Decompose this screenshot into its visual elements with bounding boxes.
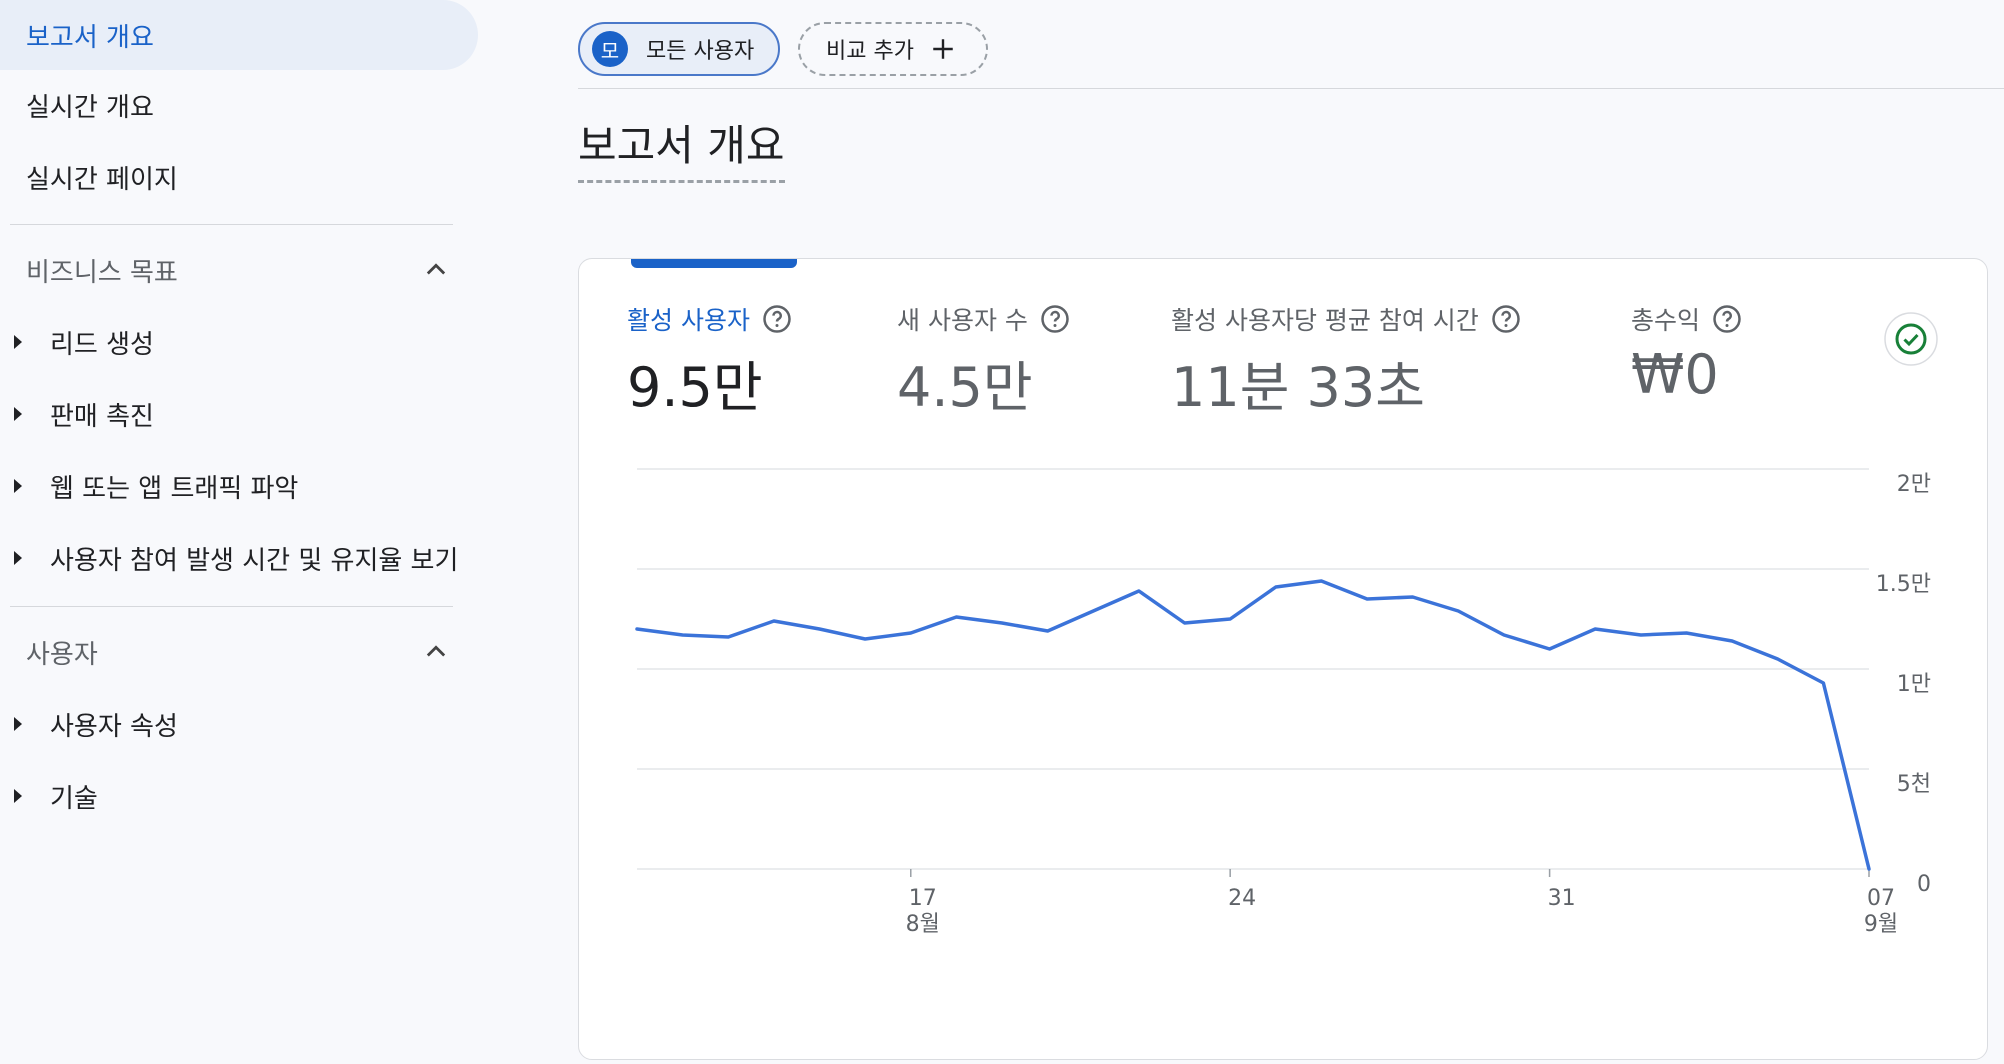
sidebar: 보고서 개요 실시간 개요 실시간 페이지 비즈니스 목표 리드 생성 판매 촉… bbox=[0, 0, 490, 1064]
metric-label: 활성 사용자 bbox=[627, 306, 750, 335]
caret-right-icon bbox=[14, 717, 22, 731]
y-tick-label: 1만 bbox=[1897, 672, 1931, 697]
y-tick-label: 2만 bbox=[1897, 472, 1931, 497]
caret-right-icon bbox=[14, 407, 22, 421]
sidebar-item-tech[interactable]: 기술 bbox=[0, 766, 478, 826]
metric-tab-new-users[interactable]: 새 사용자 수 4.5만 bbox=[897, 301, 1070, 422]
caret-right-icon bbox=[14, 789, 22, 803]
y-tick-label: 1.5만 bbox=[1876, 572, 1931, 597]
x-tick-month-label: 8월 bbox=[906, 912, 940, 937]
sidebar-item-label: 사용자 속성 bbox=[50, 711, 178, 742]
section-business-goals[interactable]: 비즈니스 목표 bbox=[0, 240, 460, 300]
overview-card: 활성 사용자 9.5만 새 사용자 수 4.5만 활성 사용자당 평균 참여 시… bbox=[578, 258, 1988, 1060]
sidebar-item-lead-gen[interactable]: 리드 생성 bbox=[0, 312, 478, 372]
metric-label: 새 사용자 수 bbox=[897, 306, 1028, 335]
metric-tab-avg-engagement[interactable]: 활성 사용자당 평균 참여 시간 11분 33초 bbox=[1171, 301, 1521, 422]
sidebar-item-label: 리드 생성 bbox=[50, 329, 154, 360]
chevron-up-icon bbox=[426, 263, 446, 275]
check-circle-icon[interactable] bbox=[1883, 311, 1939, 367]
section-users-title: 사용자 bbox=[26, 639, 98, 670]
active-tab-indicator bbox=[631, 259, 797, 268]
metric-value: ₩0 bbox=[1631, 343, 1719, 406]
sidebar-item-traffic[interactable]: 웹 또는 앱 트래픽 파악 bbox=[0, 456, 478, 516]
y-tick-label: 0 bbox=[1917, 872, 1931, 897]
x-tick-label: 24 bbox=[1228, 886, 1256, 911]
sidebar-item-label: 사용자 참여 발생 시간 및 유지율 보기 bbox=[50, 545, 459, 576]
sidebar-item-drive-sales[interactable]: 판매 촉진 bbox=[0, 384, 478, 444]
help-icon[interactable] bbox=[1491, 304, 1521, 334]
sidebar-divider bbox=[10, 606, 453, 607]
plus-icon bbox=[933, 39, 953, 59]
sidebar-divider bbox=[10, 224, 453, 225]
nav-report-overview-label: 보고서 개요 bbox=[26, 22, 154, 53]
nav-realtime-overview[interactable]: 실시간 개요 bbox=[0, 70, 478, 140]
metric-value: 11분 33초 bbox=[1171, 356, 1425, 419]
nav-realtime-overview-label: 실시간 개요 bbox=[26, 92, 154, 123]
all-users-chip[interactable]: 모 모든 사용자 bbox=[578, 22, 780, 76]
sidebar-item-label: 웹 또는 앱 트래픽 파악 bbox=[50, 473, 299, 504]
caret-right-icon bbox=[14, 551, 22, 565]
x-tick-label: 17 bbox=[909, 886, 937, 911]
y-tick-label: 5천 bbox=[1897, 772, 1931, 797]
sidebar-item-engagement[interactable]: 사용자 참여 발생 시간 및 유지율 보기 bbox=[0, 528, 478, 588]
sidebar-item-label: 기술 bbox=[50, 783, 98, 814]
help-icon[interactable] bbox=[762, 304, 792, 334]
avatar: 모 bbox=[592, 31, 628, 67]
toolbar-divider bbox=[578, 88, 2004, 89]
help-icon[interactable] bbox=[1712, 304, 1742, 334]
metric-tab-active-users[interactable]: 활성 사용자 9.5만 bbox=[627, 301, 792, 422]
nav-realtime-pages[interactable]: 실시간 페이지 bbox=[0, 142, 478, 212]
x-tick-label: 31 bbox=[1548, 886, 1576, 911]
metric-tab-total-revenue[interactable]: 총수익 ₩0 bbox=[1631, 301, 1742, 406]
sidebar-item-user-attributes[interactable]: 사용자 속성 bbox=[0, 694, 478, 754]
page-title[interactable]: 보고서 개요 bbox=[578, 120, 785, 183]
line-chart: 2만 1.5만 1만 5천 0 178월 24 31 079월 bbox=[635, 468, 1931, 937]
all-users-label: 모든 사용자 bbox=[646, 39, 755, 64]
caret-right-icon bbox=[14, 335, 22, 349]
chevron-up-icon bbox=[426, 645, 446, 657]
metric-value: 4.5만 bbox=[897, 356, 1033, 419]
caret-right-icon bbox=[14, 479, 22, 493]
help-icon[interactable] bbox=[1040, 304, 1070, 334]
x-tick-label: 07 bbox=[1867, 886, 1895, 911]
series-line-active-users bbox=[635, 579, 1871, 871]
x-tick-month-label: 9월 bbox=[1864, 912, 1898, 937]
metric-label: 활성 사용자당 평균 참여 시간 bbox=[1171, 306, 1479, 335]
add-comparison-label: 비교 추가 bbox=[826, 39, 914, 64]
section-business-goals-title: 비즈니스 목표 bbox=[26, 257, 178, 288]
metric-value: 9.5만 bbox=[627, 356, 763, 419]
nav-report-overview[interactable]: 보고서 개요 bbox=[0, 0, 478, 70]
nav-realtime-pages-label: 실시간 페이지 bbox=[26, 164, 178, 195]
metric-label: 총수익 bbox=[1631, 306, 1701, 335]
sidebar-item-label: 판매 촉진 bbox=[50, 401, 154, 432]
section-users[interactable]: 사용자 bbox=[0, 622, 460, 682]
add-comparison-button[interactable]: 비교 추가 bbox=[798, 22, 988, 76]
